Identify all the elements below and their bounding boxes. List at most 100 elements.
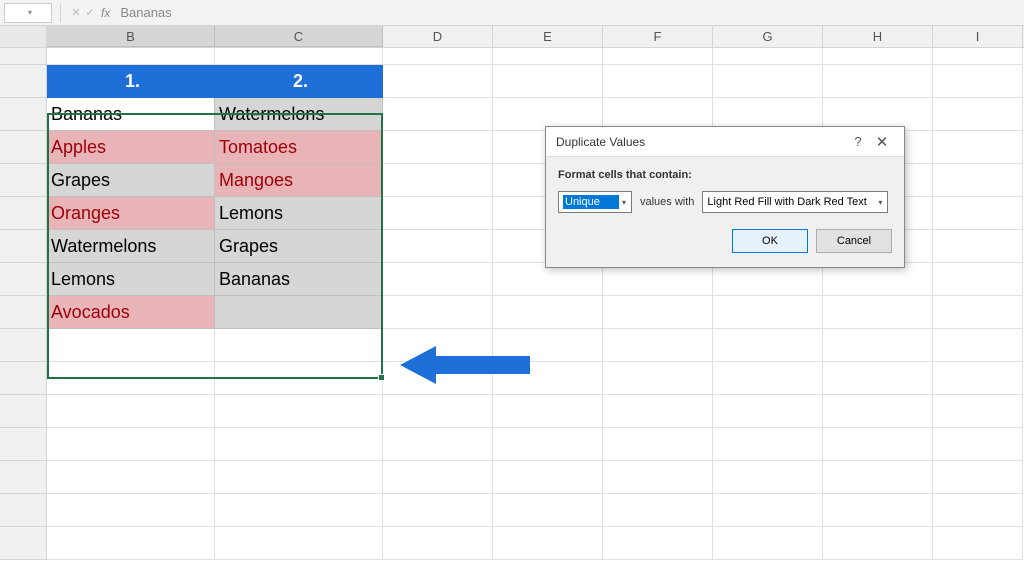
cell[interactable] — [215, 296, 383, 329]
cell[interactable]: Bananas — [47, 98, 215, 131]
cell[interactable] — [215, 329, 383, 362]
cell[interactable] — [603, 296, 713, 329]
formula-value[interactable]: Bananas — [120, 5, 171, 20]
cell[interactable] — [933, 395, 1023, 428]
table-header-1[interactable]: 1. — [47, 65, 215, 98]
col-header-b[interactable]: B — [47, 26, 215, 47]
cell[interactable] — [47, 395, 215, 428]
cell[interactable] — [215, 362, 383, 395]
cell[interactable] — [215, 461, 383, 494]
cell[interactable] — [383, 296, 493, 329]
cell[interactable] — [823, 494, 933, 527]
cell[interactable] — [47, 362, 215, 395]
cell[interactable]: Oranges — [47, 197, 215, 230]
cell[interactable] — [933, 230, 1023, 263]
col-header-i[interactable]: I — [933, 26, 1023, 47]
cell[interactable] — [933, 461, 1023, 494]
cell[interactable] — [215, 527, 383, 560]
row-header[interactable] — [0, 197, 47, 230]
cell[interactable] — [215, 48, 383, 65]
cell[interactable] — [933, 527, 1023, 560]
cell[interactable] — [383, 527, 493, 560]
cell[interactable] — [383, 230, 493, 263]
cell[interactable] — [713, 494, 823, 527]
col-header-c[interactable]: C — [215, 26, 383, 47]
row-header[interactable] — [0, 65, 47, 98]
cell[interactable] — [47, 494, 215, 527]
cell[interactable]: Avocados — [47, 296, 215, 329]
cell[interactable] — [383, 197, 493, 230]
cell[interactable] — [603, 494, 713, 527]
col-header-e[interactable]: E — [493, 26, 603, 47]
cell[interactable]: Grapes — [47, 164, 215, 197]
col-header-g[interactable]: G — [713, 26, 823, 47]
cell[interactable]: Watermelons — [215, 98, 383, 131]
cell[interactable] — [493, 329, 603, 362]
cell[interactable] — [933, 131, 1023, 164]
cancel-button[interactable]: Cancel — [816, 229, 892, 253]
row-header[interactable] — [0, 98, 47, 131]
ok-button[interactable]: OK — [732, 229, 808, 253]
cell[interactable] — [933, 362, 1023, 395]
cell[interactable] — [933, 65, 1023, 98]
cell[interactable] — [215, 428, 383, 461]
cell[interactable] — [713, 461, 823, 494]
cell[interactable] — [933, 428, 1023, 461]
row-header[interactable] — [0, 362, 47, 395]
cell[interactable] — [823, 527, 933, 560]
cell[interactable] — [603, 527, 713, 560]
cell[interactable] — [603, 395, 713, 428]
cell[interactable] — [713, 362, 823, 395]
row-header[interactable] — [0, 329, 47, 362]
cell[interactable] — [933, 98, 1023, 131]
cell[interactable] — [603, 428, 713, 461]
cell[interactable] — [493, 65, 603, 98]
cell[interactable] — [493, 461, 603, 494]
cell[interactable] — [383, 494, 493, 527]
format-dropdown[interactable]: Light Red Fill with Dark Red Text ▾ — [702, 191, 888, 213]
cell[interactable] — [823, 395, 933, 428]
cell[interactable] — [823, 428, 933, 461]
cell[interactable] — [713, 329, 823, 362]
cell[interactable]: Lemons — [47, 263, 215, 296]
close-icon[interactable]: ✕ — [870, 133, 894, 151]
condition-dropdown[interactable]: Unique ▾ — [558, 191, 632, 213]
cell[interactable] — [47, 48, 215, 65]
cell[interactable] — [47, 527, 215, 560]
cell[interactable] — [603, 461, 713, 494]
help-icon[interactable]: ? — [846, 134, 870, 149]
cell[interactable] — [603, 65, 713, 98]
cancel-icon[interactable]: ✕ — [69, 6, 83, 19]
enter-icon[interactable]: ✓ — [83, 6, 97, 19]
col-header-f[interactable]: F — [603, 26, 713, 47]
row-header[interactable] — [0, 494, 47, 527]
cell[interactable] — [47, 428, 215, 461]
cell[interactable] — [493, 428, 603, 461]
cell[interactable] — [493, 48, 603, 65]
cell[interactable] — [713, 65, 823, 98]
cell[interactable] — [603, 48, 713, 65]
row-header[interactable] — [0, 296, 47, 329]
cell[interactable] — [933, 164, 1023, 197]
cell[interactable]: Tomatoes — [215, 131, 383, 164]
cell[interactable] — [823, 65, 933, 98]
cell[interactable] — [493, 527, 603, 560]
row-header[interactable] — [0, 131, 47, 164]
cell[interactable] — [383, 164, 493, 197]
cell[interactable]: Grapes — [215, 230, 383, 263]
cell[interactable] — [47, 461, 215, 494]
cell[interactable] — [713, 48, 823, 65]
cell[interactable] — [933, 197, 1023, 230]
cell[interactable] — [383, 329, 493, 362]
cell[interactable] — [215, 494, 383, 527]
row-header[interactable] — [0, 164, 47, 197]
col-header-h[interactable]: H — [823, 26, 933, 47]
table-header-2[interactable]: 2. — [215, 65, 383, 98]
col-header-d[interactable]: D — [383, 26, 493, 47]
row-header[interactable] — [0, 395, 47, 428]
cell[interactable] — [383, 428, 493, 461]
cell[interactable] — [933, 263, 1023, 296]
cell[interactable]: Watermelons — [47, 230, 215, 263]
cell[interactable] — [933, 296, 1023, 329]
cell[interactable] — [823, 461, 933, 494]
